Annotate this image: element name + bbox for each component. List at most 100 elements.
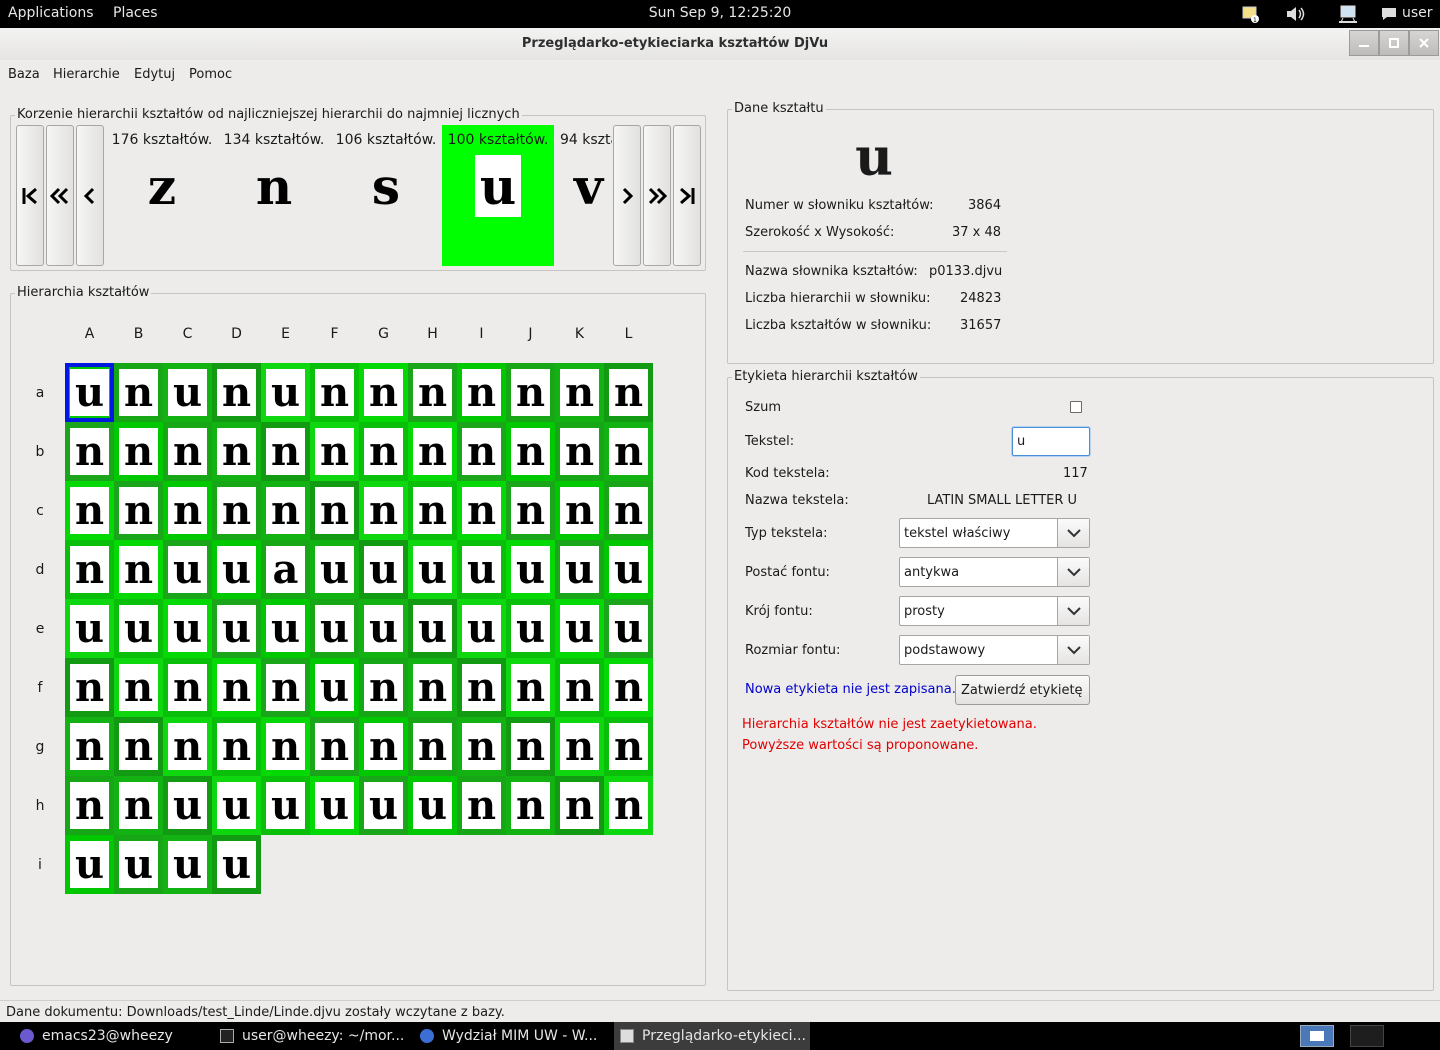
next-page-button[interactable] — [643, 125, 671, 266]
shape-cell[interactable]: u — [310, 599, 359, 658]
shape-cell[interactable]: n — [359, 363, 408, 422]
shape-cell[interactable]: n — [604, 363, 653, 422]
network-icon[interactable] — [1337, 3, 1359, 25]
shape-cell[interactable]: u — [212, 835, 261, 894]
shape-cell[interactable]: n — [604, 658, 653, 717]
shape-cell[interactable]: u — [114, 835, 163, 894]
window-titlebar[interactable]: Przeglądarko-etykieciarka kształtów DjVu — [0, 28, 1440, 60]
shape-cell[interactable]: u — [310, 776, 359, 835]
shape-cell[interactable]: u — [408, 776, 457, 835]
font-style-select[interactable]: antykwa — [899, 557, 1090, 587]
shape-cell[interactable]: n — [212, 658, 261, 717]
shape-cell[interactable]: u — [114, 599, 163, 658]
noise-checkbox[interactable] — [1070, 401, 1082, 413]
first-page-button[interactable] — [16, 125, 44, 266]
task-emacs[interactable]: emacs23@wheezy — [14, 1022, 212, 1050]
next-button[interactable] — [613, 125, 641, 266]
root-item[interactable]: 94 kształ v — [554, 125, 612, 266]
shape-cell[interactable]: u — [604, 540, 653, 599]
shape-cell[interactable]: n — [555, 363, 604, 422]
workspace-2[interactable] — [1350, 1025, 1384, 1047]
applications-menu[interactable]: Applications — [8, 5, 94, 21]
shape-cell[interactable]: u — [457, 540, 506, 599]
notification-icon[interactable]: 1 — [1240, 3, 1262, 25]
shape-cell[interactable]: n — [408, 717, 457, 776]
shape-cell[interactable]: n — [457, 658, 506, 717]
shape-cell[interactable]: u — [163, 835, 212, 894]
shape-cell[interactable]: n — [65, 481, 114, 540]
shape-cell[interactable]: n — [604, 481, 653, 540]
shape-cell[interactable]: u — [261, 599, 310, 658]
shape-cell[interactable]: n — [65, 776, 114, 835]
font-face-select[interactable]: prosty — [899, 596, 1090, 626]
shape-cell[interactable]: n — [604, 422, 653, 481]
shape-cell[interactable]: n — [163, 481, 212, 540]
shape-cell[interactable]: n — [555, 717, 604, 776]
shape-cell[interactable]: n — [408, 422, 457, 481]
shape-cell[interactable]: n — [506, 717, 555, 776]
shape-cell[interactable]: n — [555, 422, 604, 481]
shape-cell[interactable]: u — [163, 599, 212, 658]
task-browser[interactable]: Wydział MIM UW - W... — [414, 1022, 612, 1050]
shape-cell[interactable]: u — [506, 540, 555, 599]
shape-cell[interactable]: n — [506, 658, 555, 717]
shape-cell[interactable]: a — [261, 540, 310, 599]
shape-cell-current[interactable]: u — [65, 363, 114, 422]
workspace-switcher[interactable] — [1300, 1025, 1334, 1047]
shape-cell[interactable]: u — [359, 599, 408, 658]
shape-cell[interactable]: u — [261, 363, 310, 422]
shape-cell[interactable]: u — [65, 835, 114, 894]
shape-cell[interactable]: n — [555, 658, 604, 717]
clock[interactable]: Sun Sep 9, 12:25:20 — [649, 5, 792, 21]
shape-cell[interactable]: u — [212, 540, 261, 599]
confirm-label-button[interactable]: Zatwierdź etykietę — [955, 675, 1090, 705]
shape-cell[interactable]: n — [114, 363, 163, 422]
shape-cell[interactable]: u — [555, 540, 604, 599]
shape-cell[interactable]: n — [555, 776, 604, 835]
shape-cell[interactable]: u — [506, 599, 555, 658]
chevron-down-icon[interactable] — [1057, 519, 1089, 547]
shape-cell[interactable]: n — [604, 776, 653, 835]
shape-cell[interactable]: u — [212, 776, 261, 835]
shape-cell[interactable]: n — [408, 658, 457, 717]
shape-cell[interactable]: u — [163, 776, 212, 835]
shape-cell[interactable]: n — [506, 363, 555, 422]
shape-cell[interactable]: u — [359, 776, 408, 835]
menu-hierarchie[interactable]: Hierarchie — [53, 67, 120, 82]
shape-cell[interactable]: n — [114, 658, 163, 717]
shape-cell[interactable]: n — [261, 481, 310, 540]
shape-cell[interactable]: n — [359, 658, 408, 717]
shape-cell[interactable]: u — [65, 599, 114, 658]
root-item[interactable]: 134 kształtów. n — [218, 125, 330, 266]
previous-button[interactable] — [76, 125, 104, 266]
shape-cell[interactable]: u — [163, 363, 212, 422]
menu-pomoc[interactable]: Pomoc — [189, 67, 232, 82]
shape-cell[interactable]: n — [212, 717, 261, 776]
shape-cell[interactable]: n — [408, 363, 457, 422]
task-terminal[interactable]: user@wheezy: ~/mor... — [214, 1022, 412, 1050]
shape-cell[interactable]: n — [506, 481, 555, 540]
shape-cell[interactable]: u — [163, 540, 212, 599]
shape-cell[interactable]: u — [408, 540, 457, 599]
shape-cell[interactable]: u — [212, 599, 261, 658]
shape-cell[interactable]: n — [212, 481, 261, 540]
previous-page-button[interactable] — [46, 125, 74, 266]
minimize-button[interactable] — [1349, 30, 1379, 56]
root-item-selected[interactable]: 100 kształtów. u — [442, 125, 554, 266]
shape-cell[interactable]: n — [65, 658, 114, 717]
shape-cell[interactable]: u — [604, 599, 653, 658]
chevron-down-icon[interactable] — [1057, 558, 1089, 586]
shape-cell[interactable]: n — [163, 717, 212, 776]
root-item[interactable]: 176 kształtów. z — [106, 125, 218, 266]
shape-cell[interactable]: n — [506, 422, 555, 481]
shape-cell[interactable]: n — [114, 481, 163, 540]
shape-cell[interactable]: n — [114, 717, 163, 776]
shape-cell[interactable]: u — [457, 599, 506, 658]
shape-cell[interactable]: n — [506, 776, 555, 835]
shape-cell[interactable]: n — [212, 422, 261, 481]
shape-cell[interactable]: n — [604, 717, 653, 776]
shape-cell[interactable]: u — [555, 599, 604, 658]
shape-cell[interactable]: n — [261, 717, 310, 776]
shape-cell[interactable]: n — [65, 540, 114, 599]
shape-cell[interactable]: n — [359, 422, 408, 481]
